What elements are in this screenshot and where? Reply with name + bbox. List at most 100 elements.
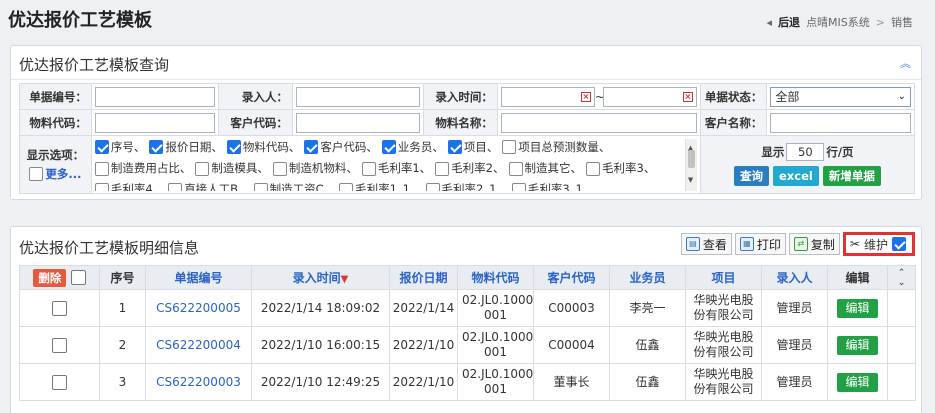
row-checkbox[interactable]	[52, 374, 67, 390]
display-option-checkbox[interactable]	[502, 140, 517, 155]
display-option-checkbox[interactable]	[226, 140, 241, 155]
display-option-checkbox[interactable]	[94, 140, 109, 155]
display-option-checkbox[interactable]	[435, 161, 450, 176]
display-option[interactable]: 毛利率1、	[361, 160, 431, 178]
edit-button[interactable]: 编辑	[837, 372, 878, 392]
display-option-label: 客户代码、	[320, 139, 378, 154]
table-row[interactable]: 2 CS622200004 2022/1/10 16:00:15 2022/1/10 0…	[19, 326, 916, 364]
collapse-icon[interactable]: ︽	[900, 55, 911, 71]
display-option[interactable]: 制造机物料、	[272, 160, 358, 178]
maintain-label: 维护	[863, 237, 888, 252]
display-option-checkbox[interactable]	[168, 182, 183, 191]
display-option-checkbox[interactable]	[361, 161, 376, 176]
material-name-input[interactable]	[500, 112, 697, 133]
delete-button[interactable]: 删除	[33, 268, 67, 287]
page-size-input[interactable]: 50	[786, 143, 825, 161]
copy-button[interactable]: ⇄ 复制	[788, 233, 840, 255]
row-bill-no[interactable]: CS622200004	[145, 326, 252, 364]
display-option-checkbox[interactable]	[195, 161, 210, 176]
bill-no-input[interactable]	[94, 86, 216, 107]
column-picker-icon[interactable]: ⌃ ⌄	[887, 265, 916, 290]
maintain-toggle[interactable]: ✂ 维护	[842, 232, 915, 256]
entry-time-start-input[interactable]: ×	[500, 86, 595, 107]
material-code-input[interactable]	[94, 112, 216, 133]
display-option[interactable]: 制造费用占比、	[94, 160, 191, 178]
excel-button[interactable]: excel	[773, 166, 819, 186]
col-entry-person[interactable]: 录入人	[761, 265, 828, 290]
display-option[interactable]: 序号、	[94, 139, 145, 157]
row-quote-date: 2022/1/14	[389, 289, 458, 327]
col-salesman[interactable]: 业务员	[609, 265, 686, 290]
col-material-code[interactable]: 物料代码	[457, 265, 534, 290]
display-option[interactable]: 毛利率2、	[435, 160, 505, 178]
col-customer-code[interactable]: 客户代码	[533, 265, 610, 290]
display-option-checkbox[interactable]	[381, 140, 396, 155]
display-option[interactable]: 客户代码、	[304, 139, 378, 157]
display-option-checkbox[interactable]	[447, 140, 462, 155]
display-option-checkbox[interactable]	[304, 140, 319, 155]
display-option-checkbox[interactable]	[511, 182, 526, 191]
query-button[interactable]: 查询	[734, 166, 770, 186]
back-arrow-icon[interactable]: ◂	[767, 16, 773, 29]
maintain-checkbox[interactable]	[892, 237, 906, 251]
display-option[interactable]: 直接人工B、	[168, 181, 250, 191]
edit-button[interactable]: 编辑	[837, 335, 878, 355]
display-option[interactable]: 物料代码、	[226, 139, 300, 157]
display-option-checkbox[interactable]	[149, 140, 164, 155]
col-quote-date[interactable]: 报价日期	[389, 265, 458, 290]
new-bill-button[interactable]: 新增单据	[822, 166, 881, 186]
display-option-checkbox[interactable]	[94, 161, 109, 176]
display-option[interactable]: 项目总预测数量、	[502, 139, 610, 157]
display-option[interactable]: 毛利率2_1、	[425, 181, 508, 191]
display-option[interactable]: 制造工资C、	[253, 181, 335, 191]
display-option[interactable]: 制造模具、	[195, 160, 269, 178]
scroll-down-icon[interactable]: ▼	[688, 172, 693, 190]
display-option-label: 制造机物料、	[288, 160, 358, 175]
row-checkbox[interactable]	[52, 337, 67, 353]
display-option[interactable]: 业务员、	[381, 139, 444, 157]
edit-button[interactable]: 编辑	[837, 298, 878, 318]
customer-name-input[interactable]	[770, 112, 911, 133]
display-option-checkbox[interactable]	[425, 182, 440, 191]
options-scrollbar[interactable]: ▲ ▼	[684, 138, 697, 191]
back-link[interactable]: 后退	[778, 14, 800, 30]
clear-date-icon[interactable]: ×	[682, 91, 693, 102]
col-seq[interactable]: 序号	[99, 265, 146, 290]
more-options-checkbox[interactable]	[29, 167, 44, 181]
entry-person-input[interactable]	[295, 86, 421, 107]
scroll-thumb[interactable]	[687, 149, 695, 168]
clear-date-icon[interactable]: ×	[580, 91, 591, 102]
table-row[interactable]: 3 CS622200003 2022/1/10 12:49:25 2022/1/10 0…	[19, 363, 916, 401]
display-option-checkbox[interactable]	[94, 182, 109, 191]
view-button[interactable]: ▤ 查看	[680, 233, 732, 255]
display-option[interactable]: 制造其它、	[508, 160, 582, 178]
crumb-system[interactable]: 点晴MIS系统	[806, 14, 870, 30]
col-project[interactable]: 项目	[685, 265, 762, 290]
row-checkbox[interactable]	[52, 300, 67, 316]
row-bill-no[interactable]: CS622200003	[145, 363, 252, 401]
display-option[interactable]: 毛利率3、	[586, 160, 655, 178]
entry-time-end-input[interactable]: ×	[602, 86, 697, 107]
display-option-checkbox[interactable]	[253, 182, 268, 191]
table-row[interactable]: 1 CS622200005 2022/1/14 18:09:02 2022/1/14 0…	[19, 289, 916, 327]
customer-code-input[interactable]	[295, 112, 421, 133]
crumb-module[interactable]: 销售	[891, 14, 913, 30]
print-button[interactable]: ▦ 打印	[734, 233, 786, 255]
bill-status-select[interactable]: 全部 ⌄	[770, 86, 911, 107]
display-option-checkbox[interactable]	[508, 161, 523, 176]
display-option[interactable]: 毛利率4、	[94, 181, 164, 191]
row-bill-no[interactable]: CS622200005	[145, 289, 252, 327]
display-option[interactable]: 报价日期、	[149, 139, 223, 157]
col-bill-no[interactable]: 单据编号	[145, 265, 252, 290]
select-all-checkbox[interactable]	[70, 270, 86, 285]
display-option[interactable]: 毛利率3_1、	[511, 181, 595, 191]
display-option-checkbox[interactable]	[586, 161, 601, 176]
display-option-label: 毛利率3_1、	[527, 182, 595, 191]
display-option[interactable]: 项目、	[447, 139, 498, 157]
display-option-checkbox[interactable]	[339, 182, 354, 191]
display-option-label: 项目总预测数量、	[518, 139, 611, 154]
col-entry-time[interactable]: 录入时间▼	[251, 265, 390, 290]
display-option-checkbox[interactable]	[272, 161, 287, 176]
display-option[interactable]: 毛利率1_1、	[339, 181, 422, 191]
more-options-link[interactable]: 更多...	[45, 166, 81, 182]
